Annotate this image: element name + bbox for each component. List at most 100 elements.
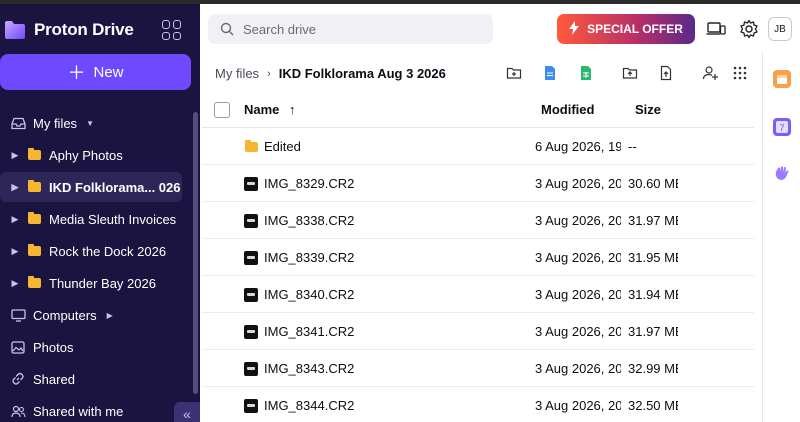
- plus-icon: ＋: [67, 63, 86, 83]
- folder-icon: [28, 148, 41, 160]
- caret-down-icon[interactable]: ▼: [86, 119, 94, 128]
- new-document-icon[interactable]: [542, 65, 558, 81]
- table-row[interactable]: IMG_8343.CR2 3 Aug 2026, 20: 32.99 MB: [202, 350, 754, 387]
- sidebar-folder-thunder-bay[interactable]: ▶ Thunder Bay 2026: [0, 268, 182, 298]
- file-list: Name ↑ Modified Size Edited 6 Aug 2026, …: [202, 92, 754, 422]
- chevron-right-icon[interactable]: ▶: [10, 150, 20, 161]
- app-switcher-icon[interactable]: [162, 20, 182, 40]
- column-header-name[interactable]: Name ↑: [244, 102, 296, 117]
- search-input[interactable]: [243, 21, 473, 37]
- file-modified: 3 Aug 2026, 20:: [535, 287, 621, 302]
- collapse-sidebar-icon[interactable]: «: [174, 402, 200, 422]
- file-name[interactable]: IMG_8341.CR2: [264, 324, 354, 339]
- calendar-icon[interactable]: [773, 70, 791, 88]
- table-row[interactable]: IMG_8341.CR2 3 Aug 2026, 20: 31.97 MB: [202, 313, 754, 350]
- file-name[interactable]: IMG_8338.CR2: [264, 213, 354, 228]
- users-icon: [10, 403, 26, 419]
- brand-name: Proton Drive: [34, 20, 134, 39]
- chevron-right-icon[interactable]: ▶: [10, 214, 20, 225]
- sidebar-folder-rock-the-dock[interactable]: ▶ Rock the Dock 2026: [0, 236, 182, 266]
- hand-wave-icon[interactable]: [773, 164, 791, 182]
- file-name[interactable]: IMG_8344.CR2: [264, 398, 354, 413]
- new-button[interactable]: ＋ New: [0, 54, 191, 90]
- search-icon: [220, 22, 234, 36]
- sidebar-item-label: My files: [33, 115, 78, 131]
- proton-drive-logo-icon: [4, 20, 26, 40]
- upload-file-icon[interactable]: [658, 65, 674, 81]
- breadcrumb-current[interactable]: IKD Folklorama Aug 3 2026: [279, 66, 446, 81]
- share-icon[interactable]: [702, 65, 718, 81]
- table-header: Name ↑ Modified Size: [202, 92, 754, 128]
- folder-icon: [28, 244, 41, 256]
- table-row[interactable]: IMG_8338.CR2 3 Aug 2026, 20: 31.97 MB: [202, 202, 754, 239]
- search-bar[interactable]: [208, 14, 493, 44]
- folder-icon: [28, 212, 41, 224]
- table-row[interactable]: IMG_8329.CR2 3 Aug 2026, 20: 30.60 MB: [202, 165, 754, 202]
- file-name[interactable]: Edited: [264, 139, 301, 154]
- sidebar-item-label: Computers: [33, 307, 97, 323]
- more-grid-icon[interactable]: [732, 65, 748, 81]
- sidebar-item-label: Photos: [33, 339, 74, 355]
- file-name[interactable]: IMG_8343.CR2: [264, 361, 354, 376]
- settings-icon[interactable]: [739, 19, 759, 39]
- table-row[interactable]: IMG_8340.CR2 3 Aug 2026, 20: 31.94 MB: [202, 276, 754, 313]
- file-modified: 3 Aug 2026, 20:: [535, 176, 621, 191]
- file-size: 31.97 MB: [628, 324, 678, 339]
- file-size: 30.60 MB: [628, 176, 678, 191]
- file-modified: 3 Aug 2026, 20:: [535, 324, 621, 339]
- devices-icon[interactable]: [706, 19, 726, 39]
- brand[interactable]: Proton Drive: [4, 18, 134, 42]
- folder-icon: [28, 276, 41, 288]
- new-spreadsheet-icon[interactable]: [578, 65, 594, 81]
- inbox-icon: [10, 115, 26, 131]
- sidebar-folder-media-sleuth-invoices[interactable]: ▶ Media Sleuth Invoices: [0, 204, 182, 234]
- sidebar-folder-ikd-folklorama[interactable]: ▶ IKD Folklorama... 026: [0, 172, 182, 202]
- file-size: 31.94 MB: [628, 287, 678, 302]
- sidebar-item-shared-with-me[interactable]: Shared with me: [0, 396, 182, 422]
- column-header-size[interactable]: Size: [635, 102, 661, 117]
- special-offer-label: SPECIAL OFFER: [587, 22, 683, 36]
- sidebar-item-label: Shared with me: [33, 403, 124, 419]
- sidebar-item-shared[interactable]: Shared: [0, 364, 182, 394]
- image-thumbnail-icon: [244, 251, 258, 265]
- sidebar-scrollbar[interactable]: [193, 112, 198, 394]
- breadcrumb-separator-icon: ›: [267, 67, 271, 80]
- caret-right-icon[interactable]: ▶: [107, 311, 113, 320]
- right-app-rail: 7: [762, 52, 800, 422]
- table-row[interactable]: IMG_8344.CR2 3 Aug 2026, 20: 32.50 MB: [202, 387, 754, 422]
- avatar[interactable]: JB: [768, 17, 792, 41]
- file-size: 32.50 MB: [628, 398, 678, 413]
- file-name[interactable]: IMG_8340.CR2: [264, 287, 354, 302]
- sort-ascending-icon[interactable]: ↑: [289, 102, 296, 117]
- folder-icon: [28, 180, 41, 192]
- sidebar-folder-label: Thunder Bay 2026: [49, 275, 156, 291]
- sidebar-folder-label: Aphy Photos: [49, 147, 123, 163]
- table-row[interactable]: IMG_8339.CR2 3 Aug 2026, 20: 31.95 MB: [202, 239, 754, 276]
- file-modified: 6 Aug 2026, 19:: [535, 139, 621, 154]
- select-all-checkbox[interactable]: [214, 102, 230, 118]
- file-size: 32.99 MB: [628, 361, 678, 376]
- computer-icon: [10, 307, 26, 323]
- table-row[interactable]: Edited 6 Aug 2026, 19: --: [202, 128, 754, 165]
- sidebar-folder-label: Rock the Dock 2026: [49, 243, 167, 259]
- image-icon: [10, 339, 26, 355]
- upload-folder-icon[interactable]: [622, 65, 638, 81]
- sidebar-folder-label: IKD Folklorama... 026: [49, 179, 181, 195]
- breadcrumb: My files › IKD Folklorama Aug 3 2026: [215, 66, 446, 81]
- file-name[interactable]: IMG_8329.CR2: [264, 176, 354, 191]
- proton-pass-icon[interactable]: 7: [773, 118, 791, 136]
- special-offer-button[interactable]: SPECIAL OFFER: [557, 14, 695, 44]
- chevron-right-icon[interactable]: ▶: [10, 246, 20, 257]
- chevron-right-icon[interactable]: ▶: [10, 182, 20, 193]
- new-folder-icon[interactable]: [506, 65, 522, 81]
- sidebar-item-computers[interactable]: Computers ▶: [0, 300, 182, 330]
- sidebar-item-my-files[interactable]: My files ▼: [0, 108, 182, 138]
- column-header-modified[interactable]: Modified: [541, 102, 594, 117]
- breadcrumb-root[interactable]: My files: [215, 66, 259, 81]
- sidebar-item-label: Shared: [33, 371, 75, 387]
- chevron-right-icon[interactable]: ▶: [10, 278, 20, 289]
- sidebar-item-photos[interactable]: Photos: [0, 332, 182, 362]
- file-name[interactable]: IMG_8339.CR2: [264, 250, 354, 265]
- new-button-label: New: [93, 63, 124, 81]
- sidebar-folder-aphy-photos[interactable]: ▶ Aphy Photos: [0, 140, 182, 170]
